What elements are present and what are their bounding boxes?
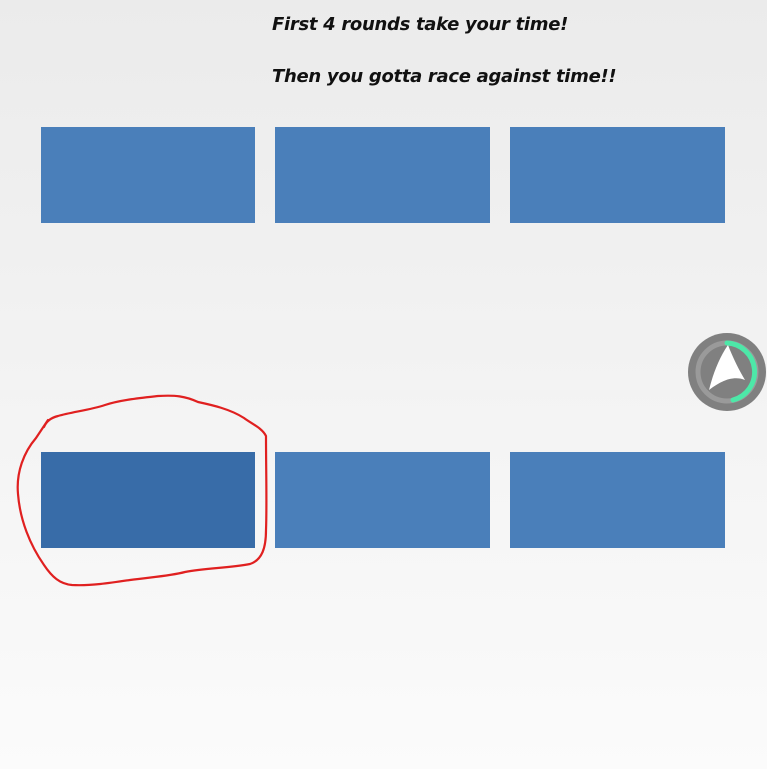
- red-circle-annotation: [16, 394, 268, 587]
- instruction-line-1: First 4 rounds take your time!: [272, 14, 569, 35]
- tile-2[interactable]: [275, 127, 490, 223]
- instruction-line-2: Then you gotta race against time!!: [272, 66, 617, 87]
- tile-3[interactable]: [510, 127, 725, 223]
- tile-4[interactable]: [41, 452, 255, 548]
- tile-6[interactable]: [510, 452, 725, 548]
- assistant-widget-button[interactable]: [687, 332, 767, 412]
- tile-5[interactable]: [275, 452, 490, 548]
- tile-1[interactable]: [41, 127, 255, 223]
